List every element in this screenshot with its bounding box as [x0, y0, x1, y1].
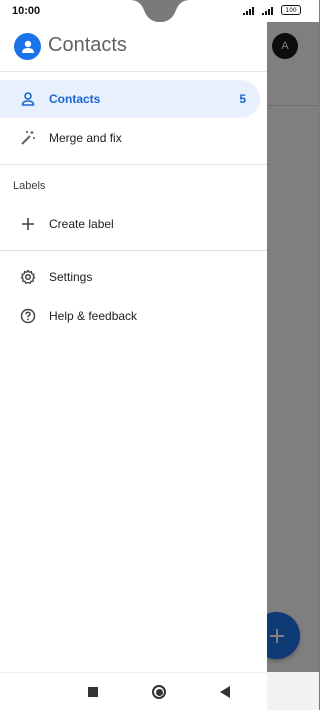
labels-heading: Labels — [13, 180, 46, 192]
home-button[interactable] — [150, 683, 168, 701]
help-icon — [18, 306, 38, 326]
status-icons: 100 — [243, 5, 301, 15]
back-triangle-icon — [220, 686, 230, 698]
drawer-item-merge-and-fix[interactable]: Merge and fix — [0, 119, 260, 157]
create-label-text: Create label — [49, 217, 114, 231]
magic-wand-icon — [18, 128, 38, 148]
system-nav-bar — [0, 672, 267, 710]
drawer-item-contacts[interactable]: Contacts 5 — [0, 80, 260, 118]
drawer-item-label: Contacts — [49, 92, 101, 106]
drawer-item-label: Help & feedback — [49, 309, 138, 323]
signal-icon-2 — [262, 6, 273, 15]
divider — [0, 164, 267, 165]
drawer-header: Contacts — [0, 22, 267, 72]
drawer-title: Contacts — [48, 34, 127, 56]
back-button[interactable] — [216, 683, 234, 701]
camera-notch — [130, 0, 190, 22]
create-label-button[interactable]: Create label — [0, 205, 260, 243]
navigation-drawer: Contacts Contacts 5 Merge and fix Labels… — [0, 22, 267, 672]
home-circle-icon — [152, 685, 166, 699]
battery-icon: 100 — [281, 5, 301, 15]
drawer-item-settings[interactable]: Settings — [0, 258, 260, 296]
nav-bar-right — [267, 672, 319, 710]
gear-icon — [18, 267, 38, 287]
contacts-logo-icon — [14, 33, 41, 60]
status-bar: 10:00 100 — [0, 0, 319, 22]
recents-button[interactable] — [84, 683, 102, 701]
square-icon — [88, 687, 98, 697]
drawer-item-label: Merge and fix — [49, 131, 122, 145]
contacts-count: 5 — [239, 92, 246, 106]
drawer-item-label: Settings — [49, 270, 93, 284]
drawer-item-help-feedback[interactable]: Help & feedback — [0, 297, 260, 335]
person-icon — [18, 89, 38, 109]
status-time: 10:00 — [12, 5, 41, 17]
plus-icon — [18, 214, 38, 234]
signal-icon — [243, 6, 254, 15]
divider — [0, 250, 267, 251]
